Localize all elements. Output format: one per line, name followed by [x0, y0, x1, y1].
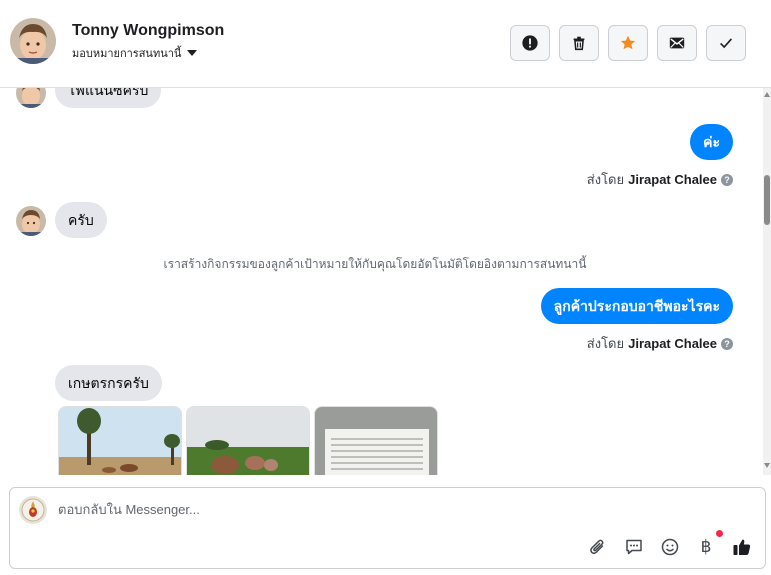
attach-file-button[interactable] [587, 536, 609, 558]
star-icon [620, 35, 636, 50]
sent-by-agent-name: Jirapat Chalee [628, 172, 717, 187]
assign-conversation-dropdown[interactable]: มอบหมายการสนทนานี้ [72, 44, 198, 62]
conversation-header: Tonny Wongpimson มอบหมายการสนทนานี้ [0, 0, 771, 88]
sent-by-label: ส่งโดย Jirapat Chalee ? [587, 333, 733, 354]
reply-composer: ฿ [9, 487, 766, 569]
alert-icon [522, 35, 538, 51]
saved-replies-button[interactable] [623, 536, 645, 558]
caret-down-icon [187, 50, 198, 56]
help-icon[interactable]: ? [721, 173, 733, 186]
send-like-button[interactable] [731, 536, 753, 558]
emoji-icon [661, 538, 679, 556]
help-icon[interactable]: ? [721, 337, 733, 350]
agent-avatar [19, 496, 47, 524]
incoming-message-bubble: เกษตรกรครับ [55, 365, 162, 401]
scroll-down-arrow-icon[interactable] [764, 463, 770, 468]
photo-attachment-document[interactable] [314, 406, 438, 475]
incoming-message-bubble: ครับ [55, 202, 107, 238]
sent-by-label: ส่งโดย Jirapat Chalee ? [587, 169, 733, 190]
check-icon [720, 38, 733, 49]
chat-scrollbar[interactable] [763, 88, 771, 475]
mark-spam-button[interactable] [510, 25, 550, 61]
notification-dot [716, 530, 723, 537]
paperclip-icon [590, 539, 604, 555]
delete-button[interactable] [559, 25, 599, 61]
scrollbar-thumb[interactable] [764, 175, 770, 225]
contact-avatar-small [16, 88, 46, 108]
contact-avatar-small [16, 206, 46, 236]
reply-input[interactable] [58, 502, 558, 517]
messenger-conversation-window: Tonny Wongpimson มอบหมายการสนทนานี้ ไฟแน… [0, 0, 771, 575]
sent-by-prefix: ส่งโดย [586, 336, 625, 351]
emoji-button[interactable] [659, 536, 681, 558]
message-thread[interactable]: ไฟแนนซ์ครับ ค่ะ ส่งโดย Jirapat Chalee ? … [0, 88, 771, 475]
star-button[interactable] [608, 25, 648, 61]
trash-icon [573, 36, 585, 51]
photo-attachment-field[interactable] [58, 406, 182, 475]
system-activity-notice: เราสร้างกิจกรรมของลูกค้าเป้าหมายให้กับคุ… [163, 257, 587, 271]
baht-payment-icon: ฿ [700, 537, 712, 557]
contact-name[interactable]: Tonny Wongpimson [72, 22, 224, 40]
assign-label: มอบหมายการสนทนานี้ [72, 48, 182, 60]
incoming-message-bubble: ไฟแนนซ์ครับ [55, 88, 162, 108]
photo-attachment-cattle[interactable] [186, 406, 310, 475]
thumbs-up-icon [733, 539, 751, 555]
mark-unread-button[interactable] [657, 25, 697, 61]
outgoing-message-bubble: ลูกค้าประกอบอาชีพอะไรคะ [540, 288, 733, 324]
scroll-up-arrow-icon[interactable] [764, 92, 770, 97]
sent-by-agent-name: Jirapat Chalee [628, 336, 717, 351]
mark-done-button[interactable] [706, 25, 746, 61]
conversation-toolbar [510, 25, 746, 61]
mail-icon [669, 37, 685, 49]
outgoing-message-bubble: ค่ะ [690, 124, 733, 160]
payment-request-button[interactable]: ฿ [695, 530, 723, 558]
composer-actions: ฿ [587, 530, 753, 558]
saved-reply-icon [626, 539, 642, 555]
contact-avatar[interactable] [10, 18, 56, 64]
sent-by-prefix: ส่งโดย [586, 172, 625, 187]
